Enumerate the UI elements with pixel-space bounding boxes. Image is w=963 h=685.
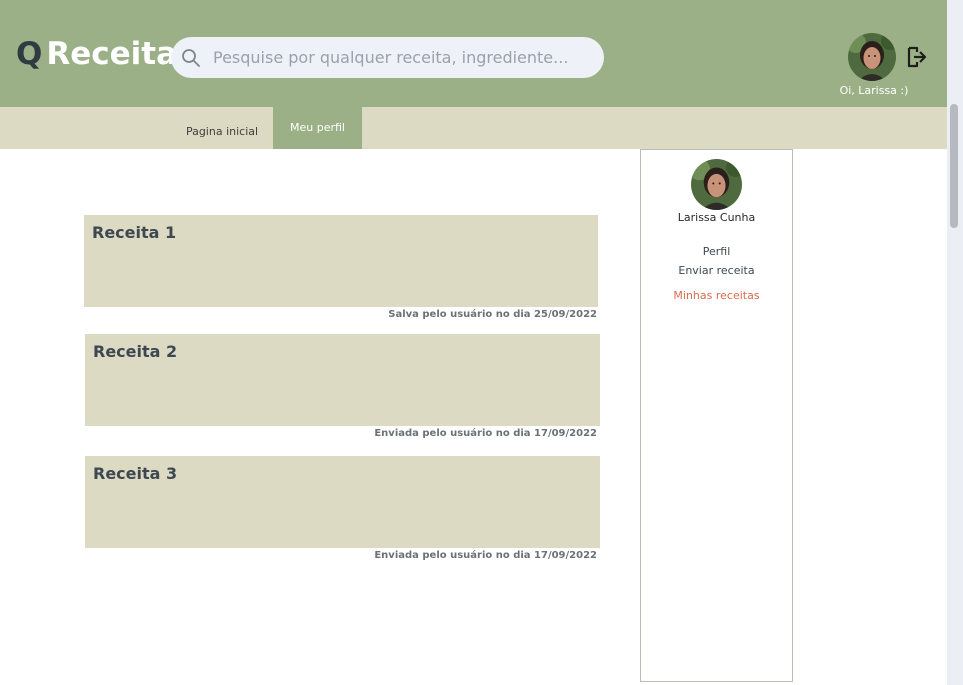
tab-home[interactable]: Pagina inicial <box>180 107 264 149</box>
recipe-meta: Enviada pelo usuário no dia 17/09/2022 <box>374 550 597 561</box>
search-icon <box>182 48 200 67</box>
header-bar: Q Receita Oi, Larissa :) <box>0 0 947 107</box>
avatar-image <box>691 159 742 210</box>
nav-bar: Pagina inicial Meu perfil <box>0 107 947 149</box>
profile-side-panel: Larissa Cunha Perfil Enviar receita Minh… <box>640 149 793 682</box>
recipe-card-1[interactable]: Receita 1 <box>84 215 598 307</box>
avatar-image <box>848 33 896 81</box>
recipe-title: Receita 1 <box>92 223 177 242</box>
recipe-title: Receita 3 <box>93 464 178 483</box>
user-greeting: Oi, Larissa :) <box>839 84 909 97</box>
recipe-card-3[interactable]: Receita 3 <box>85 456 600 548</box>
recipe-meta: Salva pelo usuário no dia 25/09/2022 <box>388 309 597 320</box>
profile-name: Larissa Cunha <box>677 211 756 224</box>
search-input[interactable] <box>211 47 595 68</box>
side-link-my-recipes[interactable]: Minhas receitas <box>641 289 792 302</box>
recipe-meta: Enviada pelo usuário no dia 17/09/2022 <box>374 428 597 439</box>
search-bar[interactable] <box>171 37 604 78</box>
scrollbar-track[interactable] <box>947 0 963 685</box>
logo-letter: Q <box>16 36 43 72</box>
tab-my-profile[interactable]: Meu perfil <box>273 107 362 149</box>
profile-avatar <box>691 159 742 210</box>
logo-text: Receita <box>46 36 178 72</box>
side-link-profile[interactable]: Perfil <box>641 245 792 258</box>
app-logo[interactable]: Q Receita <box>16 34 177 74</box>
recipe-card-2[interactable]: Receita 2 <box>85 334 600 426</box>
logout-icon[interactable] <box>905 45 929 69</box>
recipe-title: Receita 2 <box>93 342 178 361</box>
user-avatar[interactable] <box>848 33 896 81</box>
scrollbar-thumb[interactable] <box>950 104 958 228</box>
side-link-send-recipe[interactable]: Enviar receita <box>641 264 792 277</box>
